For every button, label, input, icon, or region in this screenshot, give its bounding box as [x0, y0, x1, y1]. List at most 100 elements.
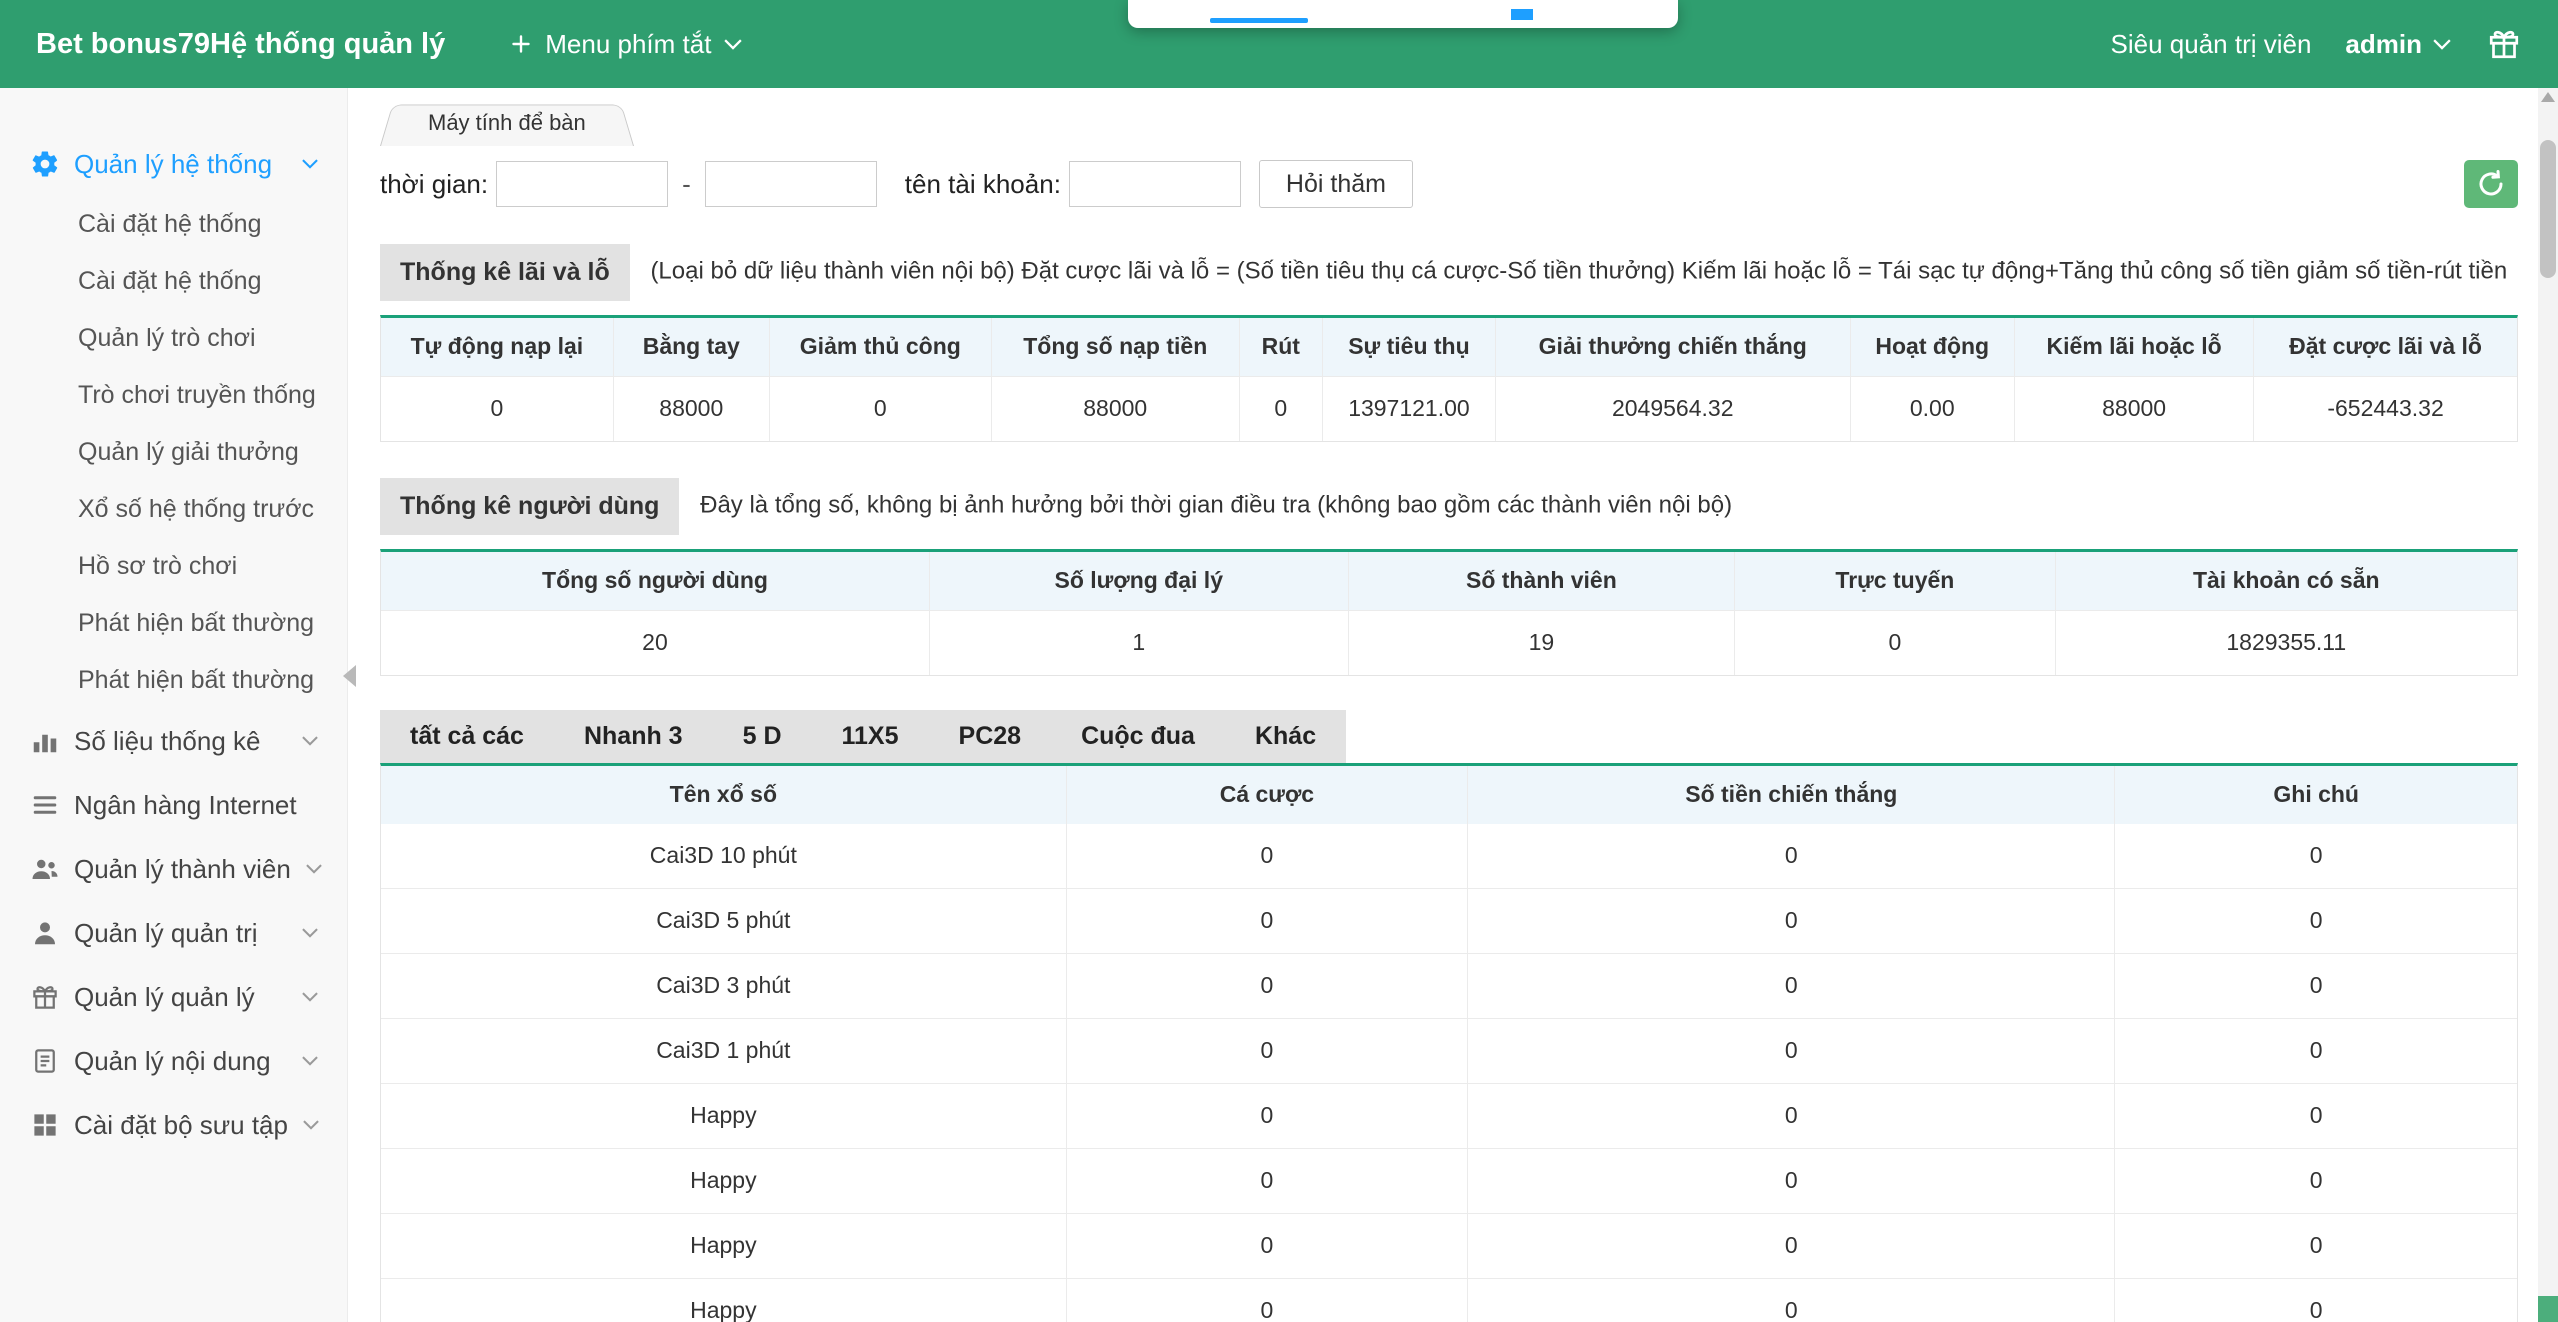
time-from-input[interactable] — [496, 161, 668, 207]
game-table-row: Cai3D 5 phút 0 0 0 — [381, 888, 2517, 953]
cell-winning-amount: 0 — [1468, 1149, 2115, 1213]
cell-note: 0 — [2115, 1279, 2517, 1322]
game-tab[interactable]: 5 D — [713, 710, 812, 763]
main-content: Máy tính để bàn thời gian: - tên tài kho… — [348, 88, 2558, 1322]
game-tab[interactable]: Nhanh 3 — [554, 710, 713, 763]
game-tabs-wrap: tất cả các Nhanh 35 D11X5PC28Cuộc đuaKhá… — [380, 676, 2518, 763]
scrollbar-thumb[interactable] — [2540, 140, 2556, 278]
plus-icon — [509, 32, 533, 56]
sidebar-item-admin-management[interactable]: Quản lý quản trị — [0, 901, 347, 965]
document-icon — [30, 1046, 60, 1076]
sidebar-item-system-management[interactable]: Quản lý hệ thống — [0, 132, 347, 196]
sidebar-item-internet-banking[interactable]: Ngân hàng Internet — [0, 773, 347, 837]
profit-table-header-cell: Đặt cược lãi và lỗ — [2254, 318, 2517, 376]
user-table: Tổng số người dùngSố lượng đại lýSố thàn… — [380, 549, 2518, 676]
game-filter-tabs: tất cả các Nhanh 35 D11X5PC28Cuộc đuaKhá… — [380, 710, 1346, 763]
profit-table-value-cell: -652443.32 — [2254, 377, 2517, 441]
content-tab-bar: Máy tính để bàn — [380, 98, 2518, 146]
profit-table-value-cell: 2049564.32 — [1496, 377, 1851, 441]
cell-winning-amount: 0 — [1468, 889, 2115, 953]
cell-lottery-name: Happy — [381, 1084, 1067, 1148]
profit-table-header-cell: Bằng tay — [614, 318, 770, 376]
scrollbar-bottom-button[interactable] — [2538, 1296, 2558, 1322]
game-tab[interactable]: Khác — [1225, 710, 1346, 763]
vertical-scrollbar[interactable] — [2538, 88, 2558, 1322]
username-label: admin — [2345, 29, 2422, 60]
refresh-button[interactable] — [2464, 160, 2518, 208]
sidebar-item-label: Số liệu thống kê — [74, 726, 260, 757]
sidebar-subitem[interactable]: Phát hiện bất thường — [0, 595, 347, 652]
gift-button[interactable] — [2486, 26, 2522, 62]
cell-note: 0 — [2115, 1214, 2517, 1278]
cell-bets: 0 — [1067, 889, 1469, 953]
sidebar-item-label: Quản lý quản lý — [74, 982, 255, 1013]
profit-table-value-cell: 0 — [381, 377, 614, 441]
profit-table-value-cell: 88000 — [614, 377, 770, 441]
query-button[interactable]: Hỏi thăm — [1259, 160, 1413, 208]
users-icon — [30, 854, 60, 884]
game-table-row: Happy 0 0 0 — [381, 1083, 2517, 1148]
list-icon — [30, 790, 60, 820]
game-tab[interactable]: PC28 — [929, 710, 1052, 763]
profit-table-header-cell: Rút — [1240, 318, 1323, 376]
game-table: Tên xổ sốCá cượcSố tiền chiến thắngGhi c… — [380, 763, 2518, 1322]
sidebar-item-label: Quản lý nội dung — [74, 1046, 271, 1077]
user-menu[interactable]: admin — [2345, 29, 2452, 60]
filter-row: thời gian: - tên tài khoản: Hỏi thăm — [380, 160, 2518, 208]
tab-desktop[interactable]: Máy tính để bàn — [380, 100, 634, 146]
profit-table-header-cell: Hoạt động — [1851, 318, 2015, 376]
game-tab[interactable]: Cuộc đua — [1051, 710, 1225, 763]
sidebar-subitem[interactable]: Cài đặt hệ thống — [0, 196, 347, 253]
game-table-row: Cai3D 3 phút 0 0 0 — [381, 953, 2517, 1018]
game-table-row: Cai3D 10 phút 0 0 0 — [381, 824, 2517, 888]
sidebar-collapse-handle[interactable] — [339, 640, 359, 712]
user-table-value-cell: 20 — [381, 611, 930, 675]
range-separator: - — [682, 169, 691, 200]
sidebar-item-collection-settings[interactable]: Cài đặt bộ sưu tập — [0, 1093, 347, 1157]
cell-winning-amount: 0 — [1468, 954, 2115, 1018]
chevron-down-icon — [301, 1055, 319, 1067]
sidebar-subitem[interactable]: Quản lý trò chơi — [0, 310, 347, 367]
profit-table-header-cell: Tổng số nạp tiền — [992, 318, 1240, 376]
user-section-title: Thống kê người dùng — [380, 478, 679, 535]
cell-lottery-name: Cai3D 10 phút — [381, 824, 1067, 888]
sidebar-item-label: Quản lý thành viên — [74, 854, 291, 885]
game-table-header-cell: Cá cược — [1067, 766, 1469, 824]
chevron-down-icon — [723, 38, 743, 51]
time-to-input[interactable] — [705, 161, 877, 207]
sidebar-item-manager-management[interactable]: Quản lý quản lý — [0, 965, 347, 1029]
sidebar-subitem[interactable]: Quản lý giải thưởng — [0, 424, 347, 481]
sidebar-item-content-management[interactable]: Quản lý nội dung — [0, 1029, 347, 1093]
user-table-header-cell: Tài khoản có sẵn — [2056, 552, 2517, 610]
sidebar-subitem[interactable]: Phát hiện bất thường — [0, 652, 347, 709]
game-tab-all[interactable]: tất cả các — [380, 710, 554, 763]
sidebar-subitem[interactable]: Xổ số hệ thống trước — [0, 481, 347, 538]
account-name-input[interactable] — [1069, 161, 1241, 207]
cell-bets: 0 — [1067, 824, 1469, 888]
brand-title: Bet bonus79Hệ thống quản lý — [36, 28, 445, 61]
cell-bets: 0 — [1067, 1214, 1469, 1278]
chevron-down-icon — [302, 1119, 320, 1131]
chevron-down-icon — [301, 735, 319, 747]
profit-section-note: (Loại bỏ dữ liệu thành viên nội bộ) Đặt … — [650, 258, 2507, 285]
game-tab[interactable]: 11X5 — [812, 710, 929, 763]
sidebar-subitem[interactable]: Cài đặt hệ thống — [0, 253, 347, 310]
user-table-value-cell: 1 — [930, 611, 1349, 675]
profit-table-value-cell: 0 — [1240, 377, 1323, 441]
cell-winning-amount: 0 — [1468, 1279, 2115, 1322]
sidebar-item-member-management[interactable]: Quản lý thành viên — [0, 837, 347, 901]
cell-winning-amount: 0 — [1468, 1084, 2115, 1148]
sidebar-item-statistics[interactable]: Số liệu thống kê — [0, 709, 347, 773]
profit-table-header-cell: Giảm thủ công — [770, 318, 992, 376]
cell-lottery-name: Cai3D 3 phút — [381, 954, 1067, 1018]
shortcut-menu-button[interactable]: Menu phím tắt — [509, 29, 743, 60]
game-table-row: Happy 0 0 0 — [381, 1278, 2517, 1322]
game-table-header-cell: Tên xổ số — [381, 766, 1067, 824]
scroll-up-arrow-icon[interactable] — [2541, 92, 2555, 102]
user-section-note: Đây là tổng số, không bị ảnh hưởng bởi t… — [700, 491, 1732, 518]
profit-table-header-cell: Giải thưởng chiến thắng — [1496, 318, 1851, 376]
sidebar-subitem[interactable]: Hồ sơ trò chơi — [0, 538, 347, 595]
sidebar-subitem[interactable]: Trò chơi truyền thống — [0, 367, 347, 424]
chevron-left-icon — [343, 665, 356, 687]
cell-note: 0 — [2115, 1019, 2517, 1083]
